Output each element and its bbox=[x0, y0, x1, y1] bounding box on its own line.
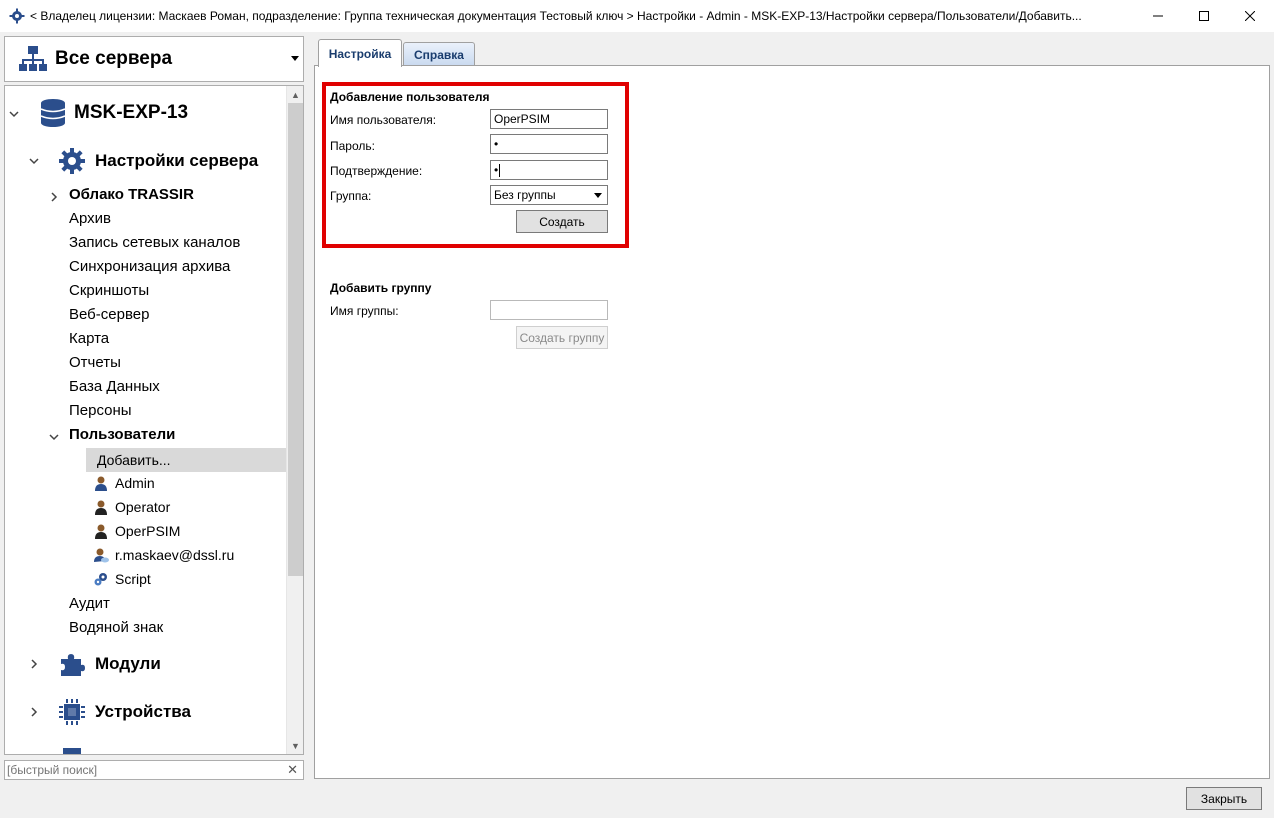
tree-node-devices[interactable]: Устройства bbox=[57, 697, 191, 727]
tree-node-devices-label: Устройства bbox=[95, 702, 191, 721]
chevron-right-icon[interactable] bbox=[29, 659, 39, 669]
tree-item-trassir-cloud[interactable]: Облако TRASSIR bbox=[69, 186, 194, 203]
tree-node-modules-label: Модули bbox=[95, 654, 161, 673]
gear-icon bbox=[57, 146, 87, 176]
group-select-value: Без группы bbox=[494, 188, 556, 202]
group-label: Группа: bbox=[330, 189, 372, 203]
user-cloud-icon bbox=[93, 547, 109, 563]
tree-item-database[interactable]: База Данных bbox=[69, 378, 160, 395]
tree-node-server-settings[interactable]: Настройки сервера bbox=[57, 146, 258, 176]
tab-settings[interactable]: Настройка bbox=[318, 39, 402, 67]
tree-item-users[interactable]: Пользователи bbox=[69, 426, 175, 443]
password-mask: • bbox=[494, 137, 499, 151]
add-group-heading: Добавить группу bbox=[330, 281, 432, 295]
chevron-down-icon[interactable] bbox=[49, 432, 59, 442]
confirm-password-input[interactable]: • bbox=[490, 160, 608, 180]
scrollbar-thumb[interactable] bbox=[288, 103, 303, 576]
minimize-icon[interactable] bbox=[1135, 0, 1181, 32]
tree-item-watermark[interactable]: Водяной знак bbox=[69, 619, 163, 636]
group-name-label: Имя группы: bbox=[330, 304, 399, 318]
gear-icon bbox=[9, 8, 25, 24]
chip-icon bbox=[57, 697, 87, 727]
tree-item-audit[interactable]: Аудит bbox=[69, 595, 110, 612]
tree-node-modules[interactable]: Модули bbox=[57, 649, 161, 679]
password-input[interactable]: • bbox=[490, 134, 608, 154]
quick-search-input[interactable] bbox=[7, 762, 282, 778]
tab-help[interactable]: Справка bbox=[403, 42, 475, 66]
window-title: < Владелец лицензии: Маскаев Роман, подр… bbox=[30, 9, 1082, 23]
maximize-icon[interactable] bbox=[1181, 0, 1227, 32]
tree-item-reports[interactable]: Отчеты bbox=[69, 354, 121, 371]
username-input[interactable] bbox=[490, 109, 608, 129]
chevron-right-icon[interactable] bbox=[29, 707, 39, 717]
close-icon[interactable]: ✕ bbox=[287, 762, 298, 778]
tree-item-user-maskaev[interactable]: r.maskaev@dssl.ru bbox=[93, 547, 234, 563]
tree-item-user-operator[interactable]: Operator bbox=[93, 499, 170, 515]
tree-item-map[interactable]: Карта bbox=[69, 330, 109, 347]
username-label: Имя пользователя: bbox=[330, 113, 437, 127]
scroll-up-icon[interactable]: ▲ bbox=[287, 86, 303, 103]
tree-item-persons[interactable]: Персоны bbox=[69, 402, 132, 419]
chevron-down-icon[interactable] bbox=[29, 156, 39, 166]
tree-item-add-user[interactable]: Добавить... bbox=[97, 452, 171, 468]
create-group-button[interactable]: Создать группу bbox=[516, 326, 608, 349]
tree-item-web-server[interactable]: Веб-сервер bbox=[69, 306, 149, 323]
tree-node-partial-icon bbox=[61, 746, 85, 754]
create-user-button[interactable]: Создать bbox=[516, 210, 608, 233]
tree-item-archive[interactable]: Архив bbox=[69, 210, 111, 227]
confirm-mask: • bbox=[494, 163, 499, 177]
tree-scrollbar[interactable]: ▲ ▼ bbox=[286, 86, 303, 754]
puzzle-icon bbox=[57, 649, 87, 679]
group-name-input[interactable] bbox=[490, 300, 608, 320]
group-select[interactable]: Без группы bbox=[490, 185, 608, 205]
tree-item-user-operpsim[interactable]: OperPSIM bbox=[93, 523, 180, 539]
chevron-down-icon[interactable] bbox=[9, 109, 19, 119]
close-button[interactable]: Закрыть bbox=[1186, 787, 1262, 810]
tree-node-server[interactable]: MSK-EXP-13 bbox=[38, 98, 188, 128]
tree-item-archive-sync[interactable]: Синхронизация архива bbox=[69, 258, 230, 275]
server-selector-label: Все сервера bbox=[55, 48, 173, 69]
tree-node-server-settings-label: Настройки сервера bbox=[95, 151, 259, 170]
network-icon bbox=[17, 43, 49, 75]
chevron-right-icon[interactable] bbox=[49, 192, 59, 202]
user-icon bbox=[93, 475, 109, 491]
title-bar: < Владелец лицензии: Маскаев Роман, подр… bbox=[0, 0, 1274, 32]
scroll-down-icon[interactable]: ▼ bbox=[287, 737, 303, 754]
server-selector[interactable]: Все сервера bbox=[4, 36, 304, 82]
tree-node-server-label: MSK-EXP-13 bbox=[74, 102, 189, 123]
tree-item-user-admin[interactable]: Admin bbox=[93, 475, 155, 491]
database-icon bbox=[38, 98, 68, 128]
tree-item-script[interactable]: Script bbox=[93, 571, 151, 587]
quick-search[interactable]: ✕ bbox=[4, 760, 304, 780]
add-user-heading: Добавление пользователя bbox=[330, 90, 490, 104]
settings-tree[interactable]: MSK-EXP-13 Настройки сервера Облако TRAS… bbox=[4, 85, 304, 755]
gears-icon bbox=[93, 571, 109, 587]
user-icon bbox=[93, 499, 109, 515]
password-label: Пароль: bbox=[330, 139, 375, 153]
chevron-down-icon bbox=[594, 193, 602, 198]
tree-item-screenshots[interactable]: Скриншоты bbox=[69, 282, 149, 299]
close-icon[interactable] bbox=[1227, 0, 1273, 32]
tree-item-network-recording[interactable]: Запись сетевых каналов bbox=[69, 234, 240, 251]
user-icon bbox=[93, 523, 109, 539]
text-cursor bbox=[499, 163, 501, 177]
confirm-label: Подтверждение: bbox=[330, 164, 423, 178]
chevron-down-icon bbox=[291, 56, 299, 61]
